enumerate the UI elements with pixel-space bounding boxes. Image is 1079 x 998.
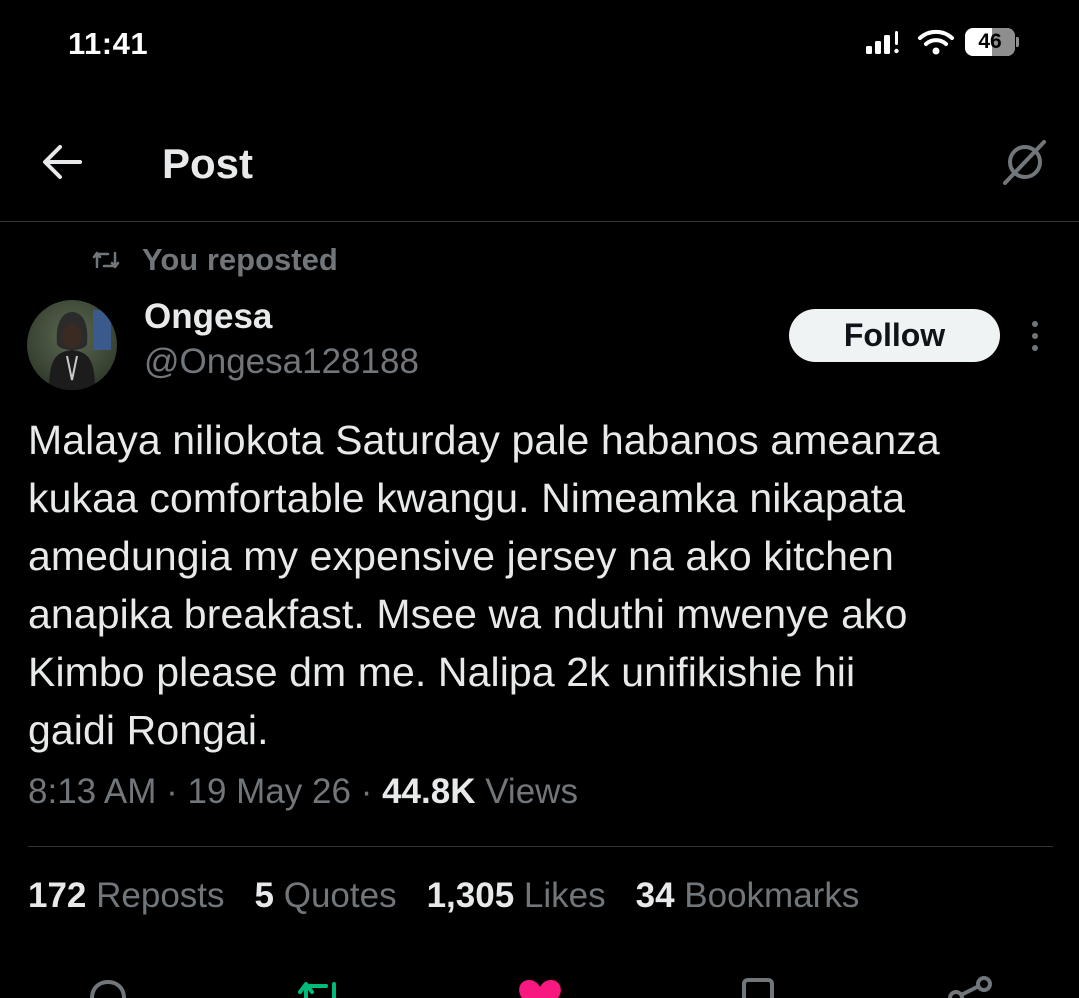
- avatar-image: [27, 300, 117, 390]
- battery-icon: 46: [965, 28, 1019, 56]
- tweet-date[interactable]: 19 May 26: [188, 772, 351, 811]
- page-title: Post: [162, 140, 254, 187]
- tweet-meta: 8:13 AM · 19 May 26 · 44.8K Views: [28, 772, 578, 812]
- stat-label: Reposts: [86, 876, 225, 915]
- repost-action-icon[interactable]: [296, 974, 344, 998]
- stat-likes[interactable]: 1,305 Likes: [427, 876, 606, 916]
- avatar[interactable]: [27, 300, 117, 390]
- back-button[interactable]: [30, 130, 94, 194]
- stat-label: Quotes: [274, 876, 397, 915]
- views-count[interactable]: 44.8K: [382, 772, 475, 811]
- more-vertical-icon: [1032, 321, 1038, 327]
- stat-number: 1,305: [426, 876, 515, 915]
- stat-bookmarks[interactable]: 34 Bookmarks: [636, 876, 860, 916]
- author-name[interactable]: Ongesa: [144, 297, 272, 337]
- repost-context: You reposted: [92, 242, 338, 278]
- tweet-text: Malaya niliokota Saturday pale habanos a…: [28, 417, 940, 753]
- status-bar: 11:41 46: [0, 0, 1079, 90]
- wifi-icon: [918, 29, 954, 55]
- share-icon[interactable]: [946, 974, 994, 998]
- action-bar: [0, 970, 1079, 998]
- stat-number: 5: [254, 876, 274, 915]
- follow-button[interactable]: Follow: [789, 309, 1000, 362]
- stat-number: 34: [635, 876, 675, 915]
- stat-number: 172: [28, 876, 87, 915]
- post-header: Post: [0, 110, 1079, 222]
- stat-reposts[interactable]: 172 Reposts: [28, 876, 225, 916]
- tweet-time[interactable]: 8:13 AM: [28, 772, 156, 811]
- status-time: 11:41: [68, 26, 149, 61]
- bookmark-icon[interactable]: [734, 974, 782, 998]
- meta-separator: ·: [156, 772, 188, 811]
- stat-quotes[interactable]: 5 Quotes: [255, 876, 397, 916]
- stat-label: Bookmarks: [674, 876, 860, 915]
- signal-icon: [866, 31, 899, 54]
- grok-button[interactable]: [993, 132, 1055, 194]
- arrow-left-icon: [43, 145, 82, 179]
- divider: [28, 846, 1053, 847]
- app-root: 11:41 46 Post You reposted Ongesa @Onges…: [0, 0, 1079, 998]
- like-icon[interactable]: [516, 974, 564, 998]
- meta-separator: ·: [350, 772, 383, 811]
- views-label[interactable]: Views: [475, 772, 578, 811]
- author-handle[interactable]: @Ongesa128188: [144, 342, 419, 382]
- grok-icon: [1003, 140, 1046, 185]
- repost-icon: [92, 251, 120, 269]
- engagement-stats: 172 Reposts 5 Quotes 1,305 Likes 34 Book…: [28, 876, 859, 916]
- repost-label: You reposted: [142, 242, 338, 277]
- status-icons: 46: [865, 28, 1019, 56]
- battery-level: 46: [978, 30, 1002, 53]
- stat-label: Likes: [514, 876, 606, 915]
- more-button[interactable]: [1020, 316, 1050, 356]
- reply-icon[interactable]: [84, 974, 132, 998]
